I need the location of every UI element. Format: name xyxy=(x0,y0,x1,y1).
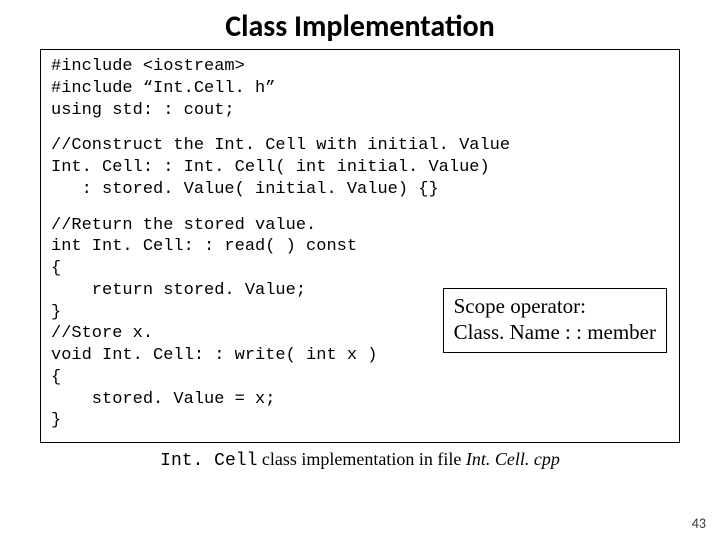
caption-file-name: Int. Cell. cpp xyxy=(466,449,560,469)
callout-line1: Scope operator: xyxy=(454,293,656,319)
callout-line2: Class. Name : : member xyxy=(454,319,656,345)
caption-code-name: Int. Cell xyxy=(160,451,257,471)
page-number: 43 xyxy=(692,515,706,532)
code-includes: #include <iostream> #include “Int.Cell. … xyxy=(51,56,669,121)
scope-operator-callout: Scope operator: Class. Name : : member xyxy=(443,288,667,353)
caption: Int. Cell class implementation in file I… xyxy=(40,449,680,471)
caption-middle: class implementation in file xyxy=(257,449,465,469)
code-box: #include <iostream> #include “Int.Cell. … xyxy=(40,49,680,443)
slide-title: Class Implementation xyxy=(40,8,680,45)
code-constructor: //Construct the Int. Cell with initial. … xyxy=(51,135,669,200)
